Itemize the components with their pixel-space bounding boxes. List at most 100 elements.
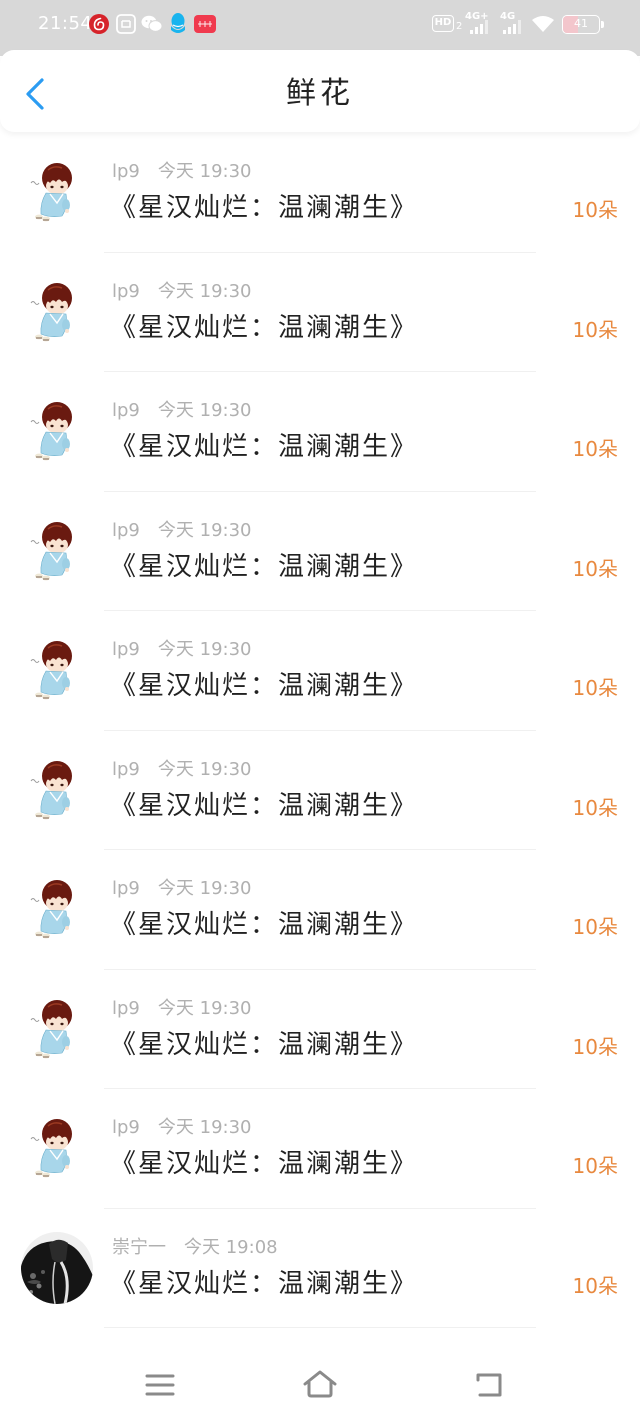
- status-time: 21:54: [38, 13, 93, 34]
- book-title[interactable]: 《星汉灿烂：温澜潮生》: [110, 191, 418, 225]
- flower-count: 10朵: [572, 1273, 618, 1298]
- avatar[interactable]: [30, 161, 80, 223]
- sender-name[interactable]: lp9: [112, 1117, 140, 1138]
- sender-name[interactable]: lp9: [112, 161, 140, 182]
- square-app-icon: [116, 14, 136, 34]
- chibi-character-avatar: [30, 521, 72, 580]
- sender-name[interactable]: lp9: [112, 281, 140, 302]
- sender-name[interactable]: 崇宁一: [112, 1237, 166, 1258]
- gift-list-item[interactable]: 崇宁一 今天 19:08 《星汉灿烂：温澜潮生》 10朵: [0, 1209, 640, 1328]
- avatar[interactable]: [30, 281, 80, 343]
- sender-name[interactable]: lp9: [112, 998, 140, 1019]
- avatar[interactable]: [30, 759, 80, 821]
- gift-time: 今天 19:30: [157, 997, 252, 1019]
- gift-time: 今天 19:30: [157, 400, 252, 421]
- hd-badge: HD: [432, 15, 454, 32]
- signal-icon: [503, 20, 521, 34]
- sender-name[interactable]: lp9: [112, 878, 140, 899]
- gift-list-item[interactable]: lp9 今天 19:30 《星汉灿烂：温澜潮生》 10朵: [0, 1089, 640, 1209]
- system-nav-bar: [0, 1340, 640, 1422]
- qq-icon: [171, 13, 185, 33]
- sender-name[interactable]: lp9: [112, 400, 140, 421]
- gift-meta: lp9 今天 19:30: [112, 758, 252, 782]
- book-title[interactable]: 《星汉灿烂：温澜潮生》: [110, 550, 418, 584]
- page-header: 鲜花: [0, 50, 640, 132]
- avatar[interactable]: [30, 520, 80, 582]
- gift-meta: lp9 今天 19:30: [112, 638, 252, 662]
- gift-time: 今天 19:30: [157, 758, 252, 780]
- book-title[interactable]: 《星汉灿烂：温澜潮生》: [110, 1267, 418, 1301]
- gift-time: 今天 19:30: [157, 639, 252, 660]
- avatar[interactable]: [30, 878, 80, 940]
- gift-list-item[interactable]: lp9 今天 19:30 《星汉灿烂：温澜潮生》 10朵: [0, 850, 640, 970]
- divider: [104, 1327, 536, 1328]
- book-title[interactable]: 《星汉灿烂：温澜潮生》: [110, 789, 418, 823]
- status-bar: 21:54 HD 2 4G+ 4G 41: [0, 0, 640, 56]
- chibi-character-avatar: [30, 641, 72, 700]
- back-icon[interactable]: [474, 1371, 504, 1399]
- flower-gift-list: lp9 今天 19:30 《星汉灿烂：温澜潮生》 10朵 lp9 今天 19:30 《星汉灿…: [0, 133, 640, 1329]
- wifi-icon: [532, 16, 554, 32]
- gift-list-item[interactable]: lp9 今天 19:30 《星汉灿烂：温澜潮生》 10朵: [0, 253, 640, 372]
- flower-count: 10朵: [572, 198, 618, 222]
- chibi-character-avatar: [30, 880, 72, 939]
- menu-icon[interactable]: [145, 1373, 175, 1397]
- gift-list-item[interactable]: lp9 今天 19:30 《星汉灿烂：温澜潮生》 10朵: [0, 731, 640, 850]
- gift-list-item[interactable]: lp9 今天 19:30 《星汉灿烂：温澜潮生》 10朵: [0, 492, 640, 611]
- book-title[interactable]: 《星汉灿烂：温澜潮生》: [110, 1028, 418, 1062]
- gift-list-item[interactable]: lp9 今天 19:30 《星汉灿烂：温澜潮生》 10朵: [0, 372, 640, 492]
- gift-meta: lp9 今天 19:30: [112, 1116, 252, 1140]
- avatar[interactable]: [30, 998, 80, 1060]
- flower-count: 10朵: [572, 795, 618, 820]
- avatar[interactable]: [30, 400, 80, 462]
- hd-sim-index: 2: [456, 21, 463, 32]
- flower-count: 10朵: [572, 556, 618, 581]
- book-title[interactable]: 《星汉灿烂：温澜潮生》: [110, 908, 418, 942]
- sender-name[interactable]: lp9: [112, 759, 140, 780]
- page-title: 鲜花: [286, 76, 354, 111]
- book-title[interactable]: 《星汉灿烂：温澜潮生》: [110, 430, 418, 464]
- gift-meta: lp9 今天 19:30: [112, 519, 252, 543]
- gift-time: 今天 19:08: [184, 1236, 278, 1258]
- sender-name[interactable]: lp9: [112, 520, 140, 541]
- avatar[interactable]: [30, 1117, 80, 1179]
- battery-icon: 41: [562, 15, 600, 34]
- red-app-icon: [194, 15, 216, 33]
- gift-time: 今天 19:30: [157, 519, 252, 541]
- battery-cap: [601, 21, 604, 28]
- gift-meta: lp9 今天 19:30: [112, 280, 252, 304]
- book-title[interactable]: 《星汉灿烂：温澜潮生》: [110, 1147, 418, 1181]
- gift-time: 今天 19:30: [157, 878, 252, 899]
- book-title[interactable]: 《星汉灿烂：温澜潮生》: [110, 669, 418, 703]
- gift-list-item[interactable]: lp9 今天 19:30 《星汉灿烂：温澜潮生》 10朵: [0, 133, 640, 253]
- gift-meta: 崇宁一 今天 19:08: [112, 1236, 278, 1260]
- home-icon[interactable]: [302, 1369, 338, 1399]
- flower-count: 10朵: [572, 1154, 618, 1178]
- battery-level: 41: [574, 17, 588, 30]
- gift-time: 今天 19:30: [157, 280, 252, 302]
- flower-count: 10朵: [572, 317, 618, 342]
- netease-cloud-music-icon: [89, 14, 109, 34]
- flower-count: 10朵: [572, 1034, 618, 1059]
- avatar[interactable]: [30, 639, 80, 701]
- sender-name[interactable]: lp9: [112, 639, 140, 660]
- gift-meta: lp9 今天 19:30: [112, 160, 252, 184]
- chibi-character-avatar: [30, 402, 72, 461]
- gift-list-item[interactable]: lp9 今天 19:30 《星汉灿烂：温澜潮生》 10朵: [0, 611, 640, 731]
- chibi-character-avatar: [30, 282, 72, 341]
- chibi-character-avatar: [30, 163, 72, 222]
- flower-count: 10朵: [572, 437, 618, 461]
- gift-list-item[interactable]: lp9 今天 19:30 《星汉灿烂：温澜潮生》 10朵: [0, 970, 640, 1089]
- gift-meta: lp9 今天 19:30: [112, 877, 252, 901]
- gift-time: 今天 19:30: [157, 161, 252, 182]
- flower-count: 10朵: [572, 676, 618, 700]
- chibi-character-avatar: [30, 999, 72, 1058]
- chibi-character-avatar: [30, 760, 72, 819]
- wechat-icon: [141, 15, 163, 32]
- book-title[interactable]: 《星汉灿烂：温澜潮生》: [110, 311, 418, 345]
- gift-time: 今天 19:30: [157, 1117, 252, 1138]
- gift-meta: lp9 今天 19:30: [112, 997, 252, 1021]
- chibi-character-avatar: [30, 1119, 72, 1178]
- avatar[interactable]: [21, 1231, 93, 1304]
- signal-icon: [470, 20, 488, 34]
